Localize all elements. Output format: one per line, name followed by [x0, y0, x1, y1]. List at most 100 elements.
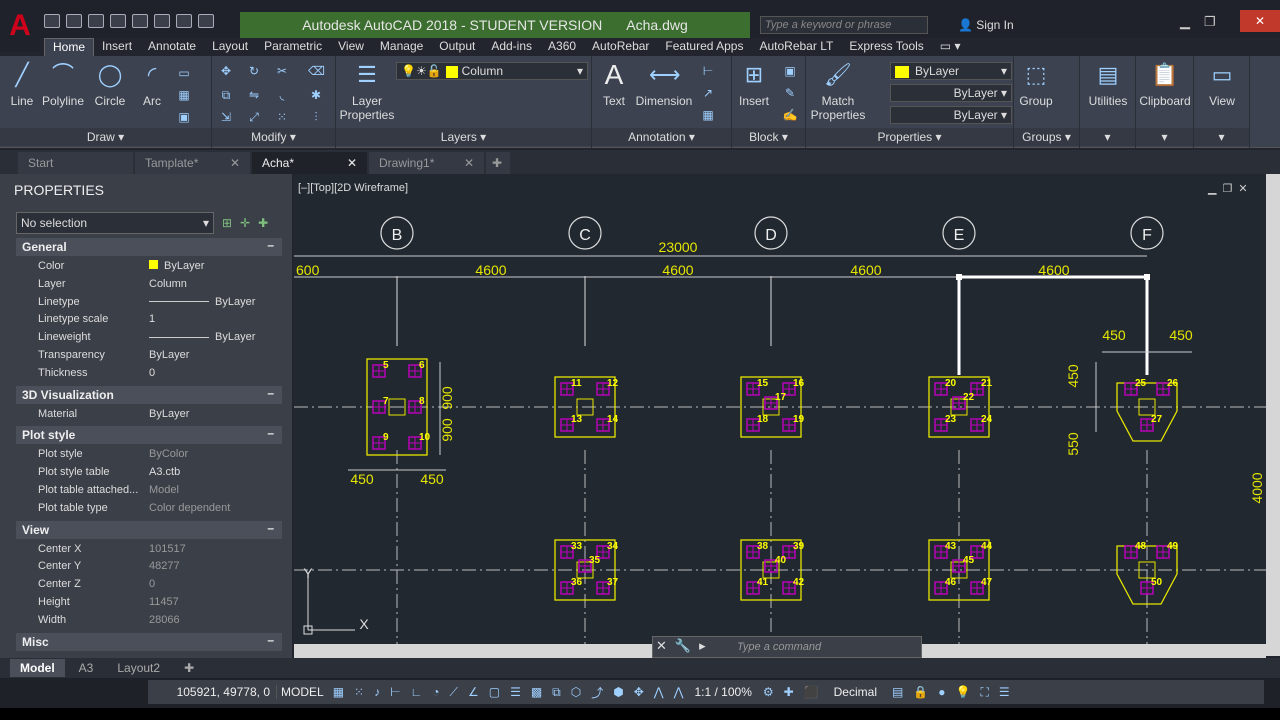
- annotation-visibility-icon[interactable]: ⋀: [654, 685, 664, 699]
- mirror-icon[interactable]: ⇋: [246, 88, 262, 102]
- viewport-controls-label[interactable]: [–][Top][2D Wireframe]: [298, 182, 408, 194]
- ribbon-tab-autorebar[interactable]: AutoRebar: [584, 38, 657, 56]
- ribbon-tab-parametric[interactable]: Parametric: [256, 38, 330, 56]
- undo-icon[interactable]: [176, 14, 192, 28]
- model-space-button[interactable]: MODEL: [276, 685, 328, 699]
- sign-in-button[interactable]: 👤 Sign In: [958, 18, 1014, 32]
- close-icon[interactable]: ✕: [347, 156, 357, 170]
- new-tab-button[interactable]: ✚: [486, 152, 510, 174]
- transparency-icon[interactable]: ▩: [531, 685, 542, 699]
- clipboard-button[interactable]: 📋 Clipboard: [1136, 60, 1194, 108]
- block-panel-label[interactable]: Block ▾: [732, 128, 805, 146]
- leader-icon[interactable]: ↗: [700, 86, 716, 100]
- clean-screen-icon[interactable]: ⛶: [980, 685, 988, 700]
- property-row[interactable]: Plot table type Color dependent: [16, 500, 282, 518]
- grip[interactable]: [1144, 274, 1150, 280]
- text-button[interactable]: A Text: [594, 60, 634, 109]
- collapse-icon[interactable]: –: [267, 521, 274, 535]
- minimize-icon[interactable]: ▁: [1180, 14, 1190, 30]
- layers-panel-label[interactable]: Layers ▾: [336, 128, 591, 146]
- snap-icon[interactable]: ⁙: [354, 685, 364, 699]
- rotate-icon[interactable]: ↻: [246, 64, 262, 78]
- units-dropdown[interactable]: Decimal: [824, 685, 887, 699]
- ortho-icon[interactable]: ∟: [411, 685, 423, 699]
- ribbon-tab-insert[interactable]: Insert: [94, 38, 140, 56]
- ribbon-tab-home[interactable]: Home: [44, 38, 95, 56]
- grid-icon[interactable]: ▦: [333, 685, 344, 699]
- utilities-panel[interactable]: ▤ Utilities ▾: [1080, 56, 1136, 148]
- vertical-scrollbar[interactable]: [1266, 174, 1280, 656]
- ribbon-tab-add-ins[interactable]: Add-ins: [483, 38, 540, 56]
- coordinates-display[interactable]: 105921, 49778, 0: [148, 685, 276, 699]
- polyline-button[interactable]: ⌒ Polyline: [40, 60, 86, 108]
- arc-button[interactable]: ◜ Arc: [134, 60, 170, 108]
- property-row[interactable]: Plot style table A3.ctb: [16, 464, 282, 482]
- hatch-icon[interactable]: ▦: [176, 88, 192, 102]
- line-button[interactable]: ╱ Line: [4, 60, 40, 108]
- save-as-icon[interactable]: [110, 14, 126, 28]
- table-icon[interactable]: ▦: [700, 108, 716, 122]
- gizmo-icon[interactable]: ✥: [634, 685, 644, 699]
- boundary-icon[interactable]: ▣: [176, 110, 192, 124]
- view-panel[interactable]: ▭ View ▾: [1194, 56, 1250, 148]
- lock-ui-icon[interactable]: 🔒: [913, 685, 928, 699]
- array-icon[interactable]: ⁙: [274, 110, 290, 124]
- property-row[interactable]: Plot table attached... Model: [16, 482, 282, 500]
- section-general[interactable]: General –: [16, 238, 282, 256]
- ribbon-tab-output[interactable]: Output: [431, 38, 483, 56]
- web-icon[interactable]: [132, 14, 148, 28]
- section-view[interactable]: View –: [16, 520, 282, 539]
- ribbon-tab-featured-apps[interactable]: Featured Apps: [657, 38, 751, 56]
- dynamic-input-icon[interactable]: ⊢: [390, 685, 400, 699]
- move-icon[interactable]: ✥: [218, 64, 234, 78]
- ribbon-tab-layout[interactable]: Layout: [204, 38, 256, 56]
- fillet-icon[interactable]: ◟: [274, 88, 290, 102]
- isolate-icon[interactable]: ⬛: [804, 685, 819, 699]
- property-row[interactable]: Linetype ByLayer: [16, 294, 282, 312]
- utilities-dropdown[interactable]: ▾: [1080, 128, 1135, 146]
- drawing-viewport[interactable]: B C D E F 23000 600 4600 4600 4600 4600 5 6 7 8 9 10 11 12…: [294, 174, 1266, 656]
- group-button[interactable]: ⬚ Group: [1016, 60, 1056, 108]
- properties-panel-label[interactable]: Properties ▾: [806, 128, 1013, 146]
- collapse-icon[interactable]: –: [267, 426, 274, 440]
- dynamic-ucs-icon[interactable]: ⤴: [591, 684, 603, 701]
- linetype-dropdown[interactable]: ByLayer ▾: [890, 84, 1012, 102]
- trim-icon[interactable]: ✂: [274, 64, 290, 78]
- ribbon-toggle-icon[interactable]: ▭ ▾: [932, 38, 969, 56]
- property-row[interactable]: Center Z 0: [16, 576, 282, 594]
- groups-panel-label[interactable]: Groups ▾: [1014, 128, 1079, 146]
- draw-panel-label[interactable]: Draw ▾: [0, 128, 211, 146]
- file-tab-drawing1[interactable]: Drawing1* ✕: [369, 152, 484, 174]
- clipboard-panel[interactable]: 📋 Clipboard ▾: [1136, 56, 1194, 148]
- file-tab-acha[interactable]: Acha* ✕: [252, 152, 367, 174]
- object-snap-tracking-icon[interactable]: ∠: [468, 685, 479, 699]
- section-plot[interactable]: Plot style –: [16, 426, 282, 445]
- redo-icon[interactable]: [198, 14, 214, 28]
- isodraft-icon[interactable]: ⟋: [450, 685, 458, 700]
- erase-icon[interactable]: ⌫: [308, 64, 325, 78]
- annotation-panel-label[interactable]: Annotation ▾: [592, 128, 731, 146]
- selection-cycling-icon[interactable]: ⧉: [552, 685, 561, 700]
- infer-constraints-icon[interactable]: ♪: [374, 685, 380, 699]
- dimension-button[interactable]: ⟷ Dimension: [634, 60, 694, 108]
- offset-icon[interactable]: ⫶: [308, 110, 324, 124]
- layout-tab-layout2[interactable]: Layout2: [107, 659, 170, 677]
- open-icon[interactable]: [66, 14, 82, 28]
- modify-panel-label[interactable]: Modify ▾: [212, 128, 335, 146]
- layout-tab-model[interactable]: Model: [10, 659, 65, 677]
- color-dropdown[interactable]: ByLayer ▾: [890, 62, 1012, 80]
- linear-dim-icon[interactable]: ⊢: [700, 64, 716, 78]
- create-block-icon[interactable]: ▣: [782, 64, 798, 78]
- property-row[interactable]: Height 11457: [16, 594, 282, 612]
- edit-block-icon[interactable]: ✎: [782, 86, 798, 100]
- column-outline[interactable]: [1116, 382, 1178, 442]
- 3d-osnap-icon[interactable]: ⬡: [571, 685, 581, 699]
- grip[interactable]: [956, 274, 962, 280]
- collapse-icon[interactable]: –: [267, 386, 274, 400]
- clipboard-dropdown[interactable]: ▾: [1136, 128, 1193, 146]
- match-properties-button[interactable]: 🖌 Match Properties: [810, 60, 866, 122]
- save-icon[interactable]: [88, 14, 104, 28]
- application-menu-button[interactable]: A: [0, 0, 40, 52]
- file-tab-start[interactable]: Start: [18, 152, 133, 174]
- ribbon-tab-annotate[interactable]: Annotate: [140, 38, 204, 56]
